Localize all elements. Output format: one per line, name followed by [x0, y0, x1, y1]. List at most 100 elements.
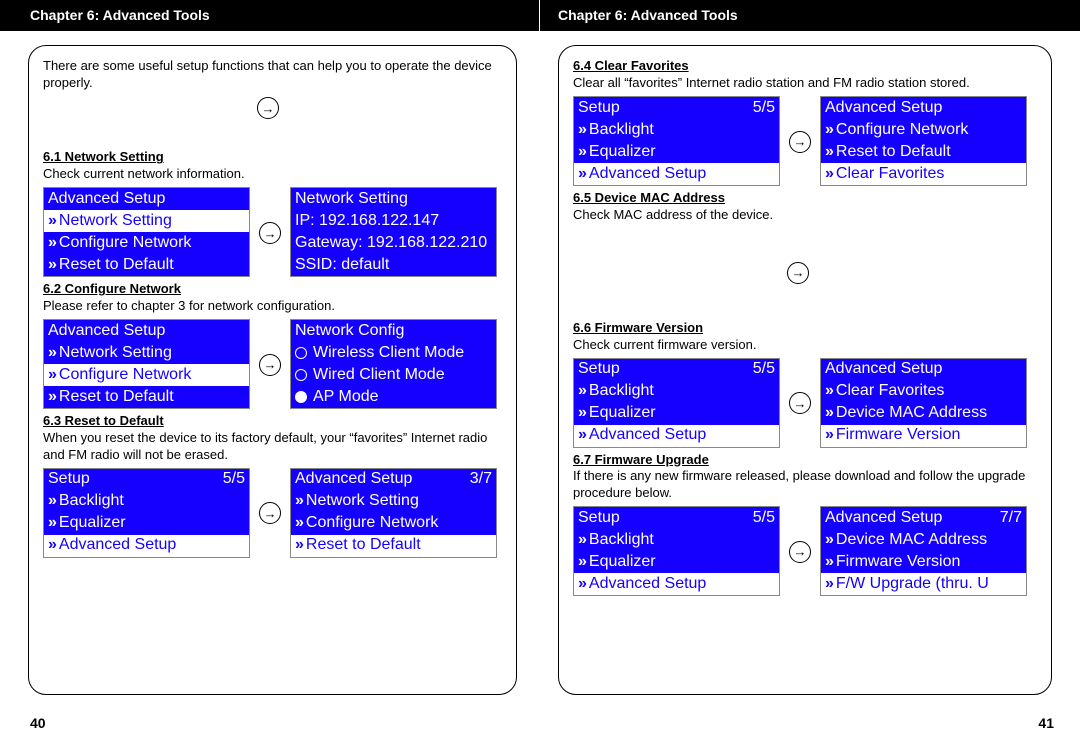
- section-6-4-title: 6.4 Clear Favorites: [573, 58, 1037, 75]
- lcd-text: Reset to Default: [59, 387, 174, 408]
- lcd-screen: Advanced Setup »Network Setting »Configu…: [43, 319, 250, 409]
- arrow-icon: →: [250, 352, 290, 376]
- lcd-text: Configure Network: [836, 120, 969, 141]
- lcd-line: »Backlight: [574, 529, 779, 551]
- lcd-text: AP Mode: [313, 387, 379, 408]
- page-number: 41: [1038, 714, 1054, 732]
- lcd-screen: Advanced Setup7/7 »Device MAC Address »F…: [820, 506, 1027, 596]
- lcd-line-selected: »Advanced Setup: [574, 163, 779, 185]
- lcd-text: Configure Network: [59, 233, 192, 254]
- content-frame: There are some useful setup functions th…: [28, 45, 517, 695]
- lcd-text: F/W Upgrade (thru. U: [836, 574, 989, 595]
- lcd-line: Wired Client Mode: [291, 364, 496, 386]
- lcd-title: Advanced Setup7/7: [821, 507, 1026, 529]
- lcd-text: Backlight: [589, 530, 654, 551]
- lcd-line: »Device MAC Address: [821, 403, 1026, 425]
- lcd-line-selected: »F/W Upgrade (thru. U: [821, 573, 1026, 595]
- lcd-screen: Network Setting IP: 192.168.122.147 Gate…: [290, 187, 497, 277]
- lcd-text: Network Setting: [306, 491, 419, 512]
- lcd-text: Advanced Setup: [59, 535, 176, 556]
- lcd-title: Advanced Setup3/7: [291, 469, 496, 491]
- lcd-text: Device MAC Address: [836, 403, 987, 424]
- lcd-text: Firmware Version: [836, 552, 960, 573]
- lcd-screen: Setup5/5 »Backlight »Equalizer »Advanced…: [573, 96, 780, 186]
- section-6-2-screens: Advanced Setup »Network Setting »Configu…: [43, 319, 502, 409]
- arrow-icon: →: [248, 96, 288, 120]
- lcd-line-selected: »Clear Favorites: [821, 163, 1026, 185]
- lcd-text: Wireless Client Mode: [313, 343, 464, 364]
- section-6-7-desc: If there is any new firmware released, p…: [573, 468, 1037, 502]
- lcd-line: »Equalizer: [44, 513, 249, 535]
- lcd-screen: Advanced Setup »Clear Favorites »Device …: [820, 358, 1027, 448]
- section-6-5-arrow: →: [573, 228, 1037, 316]
- lcd-screen: Network Config Wireless Client Mode Wire…: [290, 319, 497, 409]
- lcd-line: IP: 192.168.122.147: [291, 210, 496, 232]
- lcd-line: »Firmware Version: [821, 551, 1026, 573]
- lcd-title: Setup5/5: [574, 507, 779, 529]
- lcd-text: Equalizer: [589, 552, 656, 573]
- lcd-text: Network Setting: [59, 211, 172, 232]
- lcd-screen: Setup5/5 »Backlight »Equalizer »Advanced…: [573, 358, 780, 448]
- lcd-line: »Configure Network: [44, 232, 249, 254]
- section-6-3-screens: Setup5/5 »Backlight »Equalizer »Advanced…: [43, 468, 502, 558]
- page-41: Chapter 6: Advanced Tools 6.4 Clear Favo…: [540, 0, 1080, 738]
- lcd-line: Network Config: [291, 320, 496, 342]
- lcd-line-selected: »Advanced Setup: [44, 535, 249, 557]
- lcd-line: »Clear Favorites: [821, 381, 1026, 403]
- lcd-title: Setup5/5: [574, 97, 779, 119]
- lcd-text: Advanced Setup: [589, 164, 706, 185]
- section-6-3-title: 6.3 Reset to Default: [43, 413, 502, 430]
- section-6-1-desc: Check current network information.: [43, 166, 502, 183]
- lcd-text: Backlight: [589, 120, 654, 141]
- section-6-2-title: 6.2 Configure Network: [43, 281, 502, 298]
- lcd-line: »Equalizer: [574, 141, 779, 163]
- section-6-4-desc: Clear all “favorites” Internet radio sta…: [573, 75, 1037, 92]
- arrow-only-row: →: [43, 96, 502, 120]
- arrow-icon: →: [250, 221, 290, 245]
- lcd-line-selected: »Firmware Version: [821, 425, 1026, 447]
- lcd-line: »Backlight: [574, 381, 779, 403]
- lcd-text: Wired Client Mode: [313, 365, 445, 386]
- section-6-7-screens: Setup5/5 »Backlight »Equalizer »Advanced…: [573, 506, 1037, 596]
- lcd-line: »Configure Network: [821, 119, 1026, 141]
- lcd-line: »Backlight: [44, 491, 249, 513]
- lcd-text: Network Setting: [59, 343, 172, 364]
- arrow-icon: →: [778, 260, 818, 284]
- page-number: 40: [30, 714, 46, 732]
- chapter-header: Chapter 6: Advanced Tools: [0, 0, 539, 31]
- lcd-line: Advanced Setup: [821, 359, 1026, 381]
- section-6-1-title: 6.1 Network Setting: [43, 149, 502, 166]
- lcd-line: »Reset to Default: [44, 386, 249, 408]
- lcd-screen: Setup5/5 »Backlight »Equalizer »Advanced…: [43, 468, 250, 558]
- lcd-text: Backlight: [589, 381, 654, 402]
- lcd-text: Clear Favorites: [836, 381, 944, 402]
- lcd-line: Network Setting: [291, 188, 496, 210]
- lcd-text: Equalizer: [589, 142, 656, 163]
- section-6-7-title: 6.7 Firmware Upgrade: [573, 452, 1037, 469]
- section-6-5-title: 6.5 Device MAC Address: [573, 190, 1037, 207]
- lcd-title: Setup5/5: [574, 359, 779, 381]
- intro-text: There are some useful setup functions th…: [43, 58, 502, 92]
- lcd-line: Advanced Setup: [44, 320, 249, 342]
- section-6-5-desc: Check MAC address of the device.: [573, 207, 1037, 224]
- lcd-line: Advanced Setup: [44, 188, 249, 210]
- lcd-line: »Reset to Default: [44, 254, 249, 276]
- arrow-icon: →: [780, 391, 820, 415]
- section-6-2-desc: Please refer to chapter 3 for network co…: [43, 298, 502, 315]
- lcd-line: »Network Setting: [291, 491, 496, 513]
- lcd-text: Backlight: [59, 491, 124, 512]
- lcd-screen: Setup5/5 »Backlight »Equalizer »Advanced…: [573, 506, 780, 596]
- lcd-line: »Reset to Default: [821, 141, 1026, 163]
- lcd-line: »Equalizer: [574, 551, 779, 573]
- lcd-line: Gateway: 192.168.122.210: [291, 232, 496, 254]
- chapter-header: Chapter 6: Advanced Tools: [540, 0, 1080, 31]
- content-frame: 6.4 Clear Favorites Clear all “favorites…: [558, 45, 1052, 695]
- lcd-line-selected: »Advanced Setup: [574, 573, 779, 595]
- lcd-line: »Device MAC Address: [821, 529, 1026, 551]
- lcd-screen: Advanced Setup3/7 »Network Setting »Conf…: [290, 468, 497, 558]
- lcd-line: »Network Setting: [44, 342, 249, 364]
- lcd-text: Clear Favorites: [836, 164, 944, 185]
- lcd-title: Setup5/5: [44, 469, 249, 491]
- arrow-icon: →: [250, 501, 290, 525]
- lcd-text: Configure Network: [59, 365, 192, 386]
